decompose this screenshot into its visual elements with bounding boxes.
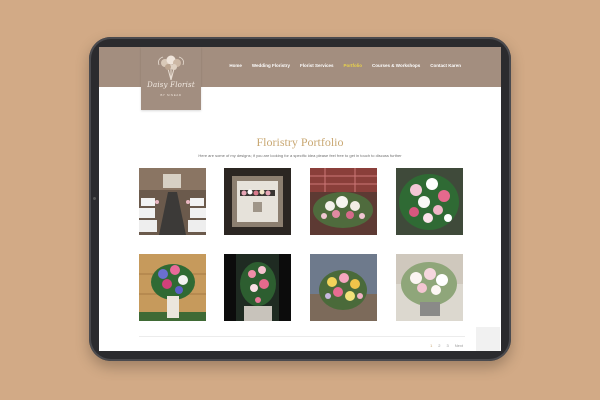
gallery-image-aisle[interactable] bbox=[139, 168, 206, 235]
content-divider bbox=[139, 336, 465, 337]
gallery-image-mantel[interactable] bbox=[224, 168, 291, 235]
site-logo[interactable]: Daisy Florist BY SINEAD bbox=[141, 47, 201, 110]
gallery-image-white-rose-basket[interactable] bbox=[396, 254, 463, 321]
page-3-link[interactable]: 3 bbox=[447, 343, 449, 348]
gallery-image-pink-cascade[interactable] bbox=[224, 254, 291, 321]
gallery-image-tartan-table[interactable] bbox=[310, 168, 377, 235]
gallery-image-pink-white[interactable] bbox=[396, 168, 463, 235]
scroll-top-button[interactable] bbox=[476, 327, 500, 351]
logo-sub-text: BY SINEAD bbox=[160, 93, 182, 97]
page-1-link[interactable]: 1 bbox=[430, 343, 432, 348]
screen: Home Wedding Floristry Florist Services … bbox=[99, 47, 501, 351]
camera-dot bbox=[93, 197, 96, 200]
nav-florist-services[interactable]: Florist Services bbox=[300, 63, 334, 68]
next-page-link[interactable]: Next bbox=[455, 343, 463, 348]
main-nav: Home Wedding Floristry Florist Services … bbox=[229, 63, 461, 68]
nav-home[interactable]: Home bbox=[229, 63, 242, 68]
page-2-link[interactable]: 2 bbox=[438, 343, 440, 348]
nav-wedding-floristry[interactable]: Wedding Floristry bbox=[252, 63, 290, 68]
nav-contact[interactable]: Contact Karen bbox=[430, 63, 461, 68]
flower-bouquet-logo-icon bbox=[158, 55, 184, 81]
gallery-image-yellow-pink[interactable] bbox=[310, 254, 377, 321]
tablet-device: Home Wedding Floristry Florist Services … bbox=[89, 37, 511, 361]
nav-courses-workshops[interactable]: Courses & Workshops bbox=[372, 63, 420, 68]
intro-text: Here are some of my designs; if you are … bbox=[198, 153, 402, 158]
gallery-image-blue-pink-basket[interactable] bbox=[139, 254, 206, 321]
pagination: 1 2 3 Next bbox=[430, 343, 463, 348]
logo-script-text: Daisy Florist bbox=[147, 81, 195, 89]
nav-portfolio[interactable]: Portfolio bbox=[344, 63, 363, 68]
page-title: Floristry Portfolio bbox=[256, 135, 344, 149]
